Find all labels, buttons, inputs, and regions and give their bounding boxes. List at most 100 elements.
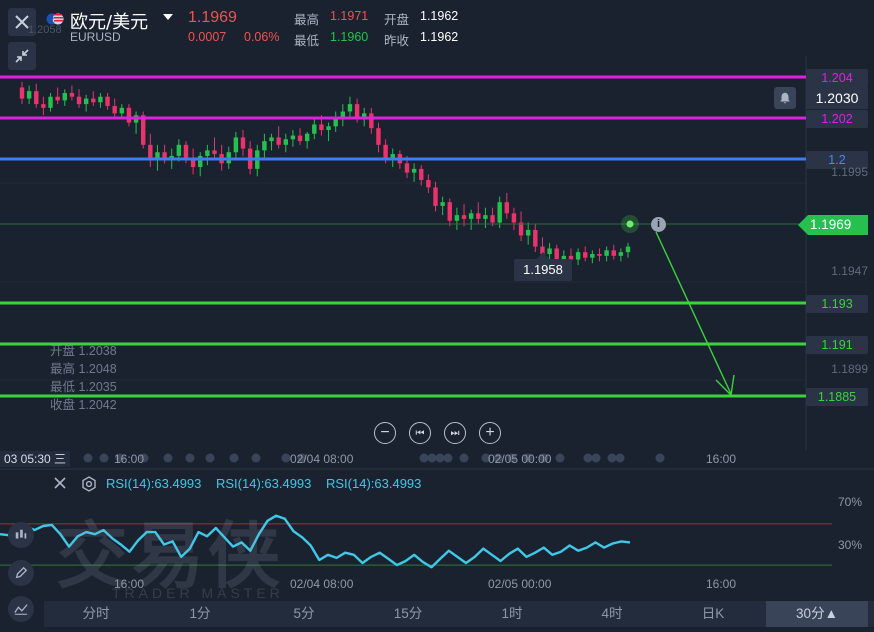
candle-body	[383, 144, 388, 158]
time-axis-marker	[591, 453, 601, 463]
instrument-symbol: EURUSD	[70, 30, 121, 44]
candle-body	[176, 144, 182, 156]
candle	[297, 128, 303, 145]
candle-body	[625, 246, 631, 253]
tf-15m[interactable]: 15分	[356, 601, 460, 627]
line-chart-icon	[14, 604, 28, 615]
candle-body	[390, 154, 395, 158]
candle-body	[119, 107, 125, 114]
candle	[504, 192, 510, 219]
time-axis-marker	[99, 453, 109, 463]
candle-body	[611, 250, 616, 256]
candle-body	[183, 144, 189, 160]
tf-4h[interactable]: 4时	[564, 601, 660, 627]
candle-body	[419, 168, 424, 180]
candle-body	[340, 111, 346, 118]
zoom-in-button[interactable]: +	[479, 422, 501, 444]
price-tick: 1.1899	[831, 362, 868, 376]
tf-daily[interactable]: 日K	[660, 601, 766, 627]
chart-overlay	[0, 215, 806, 397]
candle-body	[504, 202, 510, 214]
low-label: 最低	[294, 34, 320, 48]
timeframe-bar: 分时 1分 5分 15分 1时 4时 日K 30分▲	[44, 601, 874, 627]
candle-body	[269, 137, 274, 142]
candle-body	[490, 215, 495, 223]
candle	[312, 118, 317, 140]
tf-fenshi[interactable]: 分时	[44, 601, 148, 627]
candle	[212, 137, 217, 160]
caret-down-icon[interactable]	[163, 14, 173, 20]
legend-open: 开盘 1.2038	[50, 344, 117, 358]
candle	[98, 93, 103, 108]
bell-icon[interactable]	[774, 87, 796, 109]
candle-body	[618, 252, 624, 256]
candle	[276, 126, 281, 149]
candle-body	[55, 96, 60, 101]
candle	[533, 224, 538, 253]
hline-label-1202[interactable]: 1.202	[806, 110, 868, 128]
tf-1h[interactable]: 1时	[460, 601, 564, 627]
rsi-level-70: 70%	[838, 495, 863, 509]
candle	[190, 148, 196, 175]
candle	[583, 246, 588, 262]
candle	[490, 207, 495, 227]
alert-price[interactable]: 1.2030	[806, 87, 868, 109]
candle	[604, 246, 609, 262]
time-axis-marker	[427, 453, 437, 463]
candle-body	[41, 104, 46, 108]
candle	[105, 93, 110, 110]
candle	[133, 111, 139, 134]
time-axis-marker	[419, 453, 429, 463]
zoom-out-button[interactable]: −	[374, 422, 396, 444]
candle-body	[454, 215, 460, 221]
candle	[62, 89, 67, 106]
tf-30m-active[interactable]: 30分▲	[766, 601, 868, 627]
hline-label-11885[interactable]: 1.1885	[806, 388, 868, 406]
high-value: 1.1971	[330, 9, 369, 23]
candle	[290, 130, 296, 147]
candle	[611, 244, 616, 260]
candle-body	[575, 252, 581, 260]
candle-body	[319, 124, 324, 131]
indicator-tool-button[interactable]	[8, 522, 34, 548]
candle-body	[105, 96, 110, 106]
time-axis-marker	[655, 453, 665, 463]
collapse-button[interactable]	[8, 42, 36, 70]
candle	[461, 204, 467, 227]
info-icon[interactable]: i	[651, 217, 666, 232]
candle	[625, 242, 631, 258]
low-tooltip: 1.1958	[514, 259, 572, 281]
time-axis-marker	[607, 453, 617, 463]
candle-body	[326, 126, 331, 131]
candle	[148, 133, 153, 168]
scroll-right-button[interactable]: ⏭	[444, 422, 466, 444]
scroll-left-button[interactable]: ⏮	[409, 422, 431, 444]
rsi-time-label: 02/04 08:00	[290, 577, 354, 591]
candle	[48, 93, 53, 112]
candle	[55, 87, 60, 105]
candle	[126, 104, 132, 127]
hline-label-1204[interactable]: 1.204	[806, 69, 868, 87]
hline-label-1193[interactable]: 1.193	[806, 295, 868, 313]
close-indicator-icon[interactable]	[52, 475, 68, 491]
projection-arrowhead	[715, 374, 735, 397]
candle	[76, 89, 82, 108]
candle	[269, 133, 274, 151]
candle-body	[112, 105, 117, 114]
draw-tool-button[interactable]	[8, 560, 34, 586]
line-tool-button[interactable]	[8, 596, 34, 622]
time-label: 16:00	[706, 452, 737, 466]
tf-1m[interactable]: 1分	[148, 601, 252, 627]
candle-body	[240, 137, 246, 149]
price-change: 0.0007	[188, 30, 227, 44]
candle	[83, 94, 89, 112]
legend-low: 最低 1.2035	[50, 380, 117, 394]
rsi-time-label: 16:00	[114, 577, 145, 591]
candle-body	[433, 187, 438, 206]
hline-label-1191[interactable]: 1.191	[806, 336, 868, 354]
price-change-pct: 0.06%	[244, 30, 280, 44]
tf-5m[interactable]: 5分	[252, 601, 356, 627]
settings-icon[interactable]	[80, 475, 98, 493]
candle	[440, 196, 445, 216]
horizontal-lines[interactable]	[0, 75, 806, 398]
